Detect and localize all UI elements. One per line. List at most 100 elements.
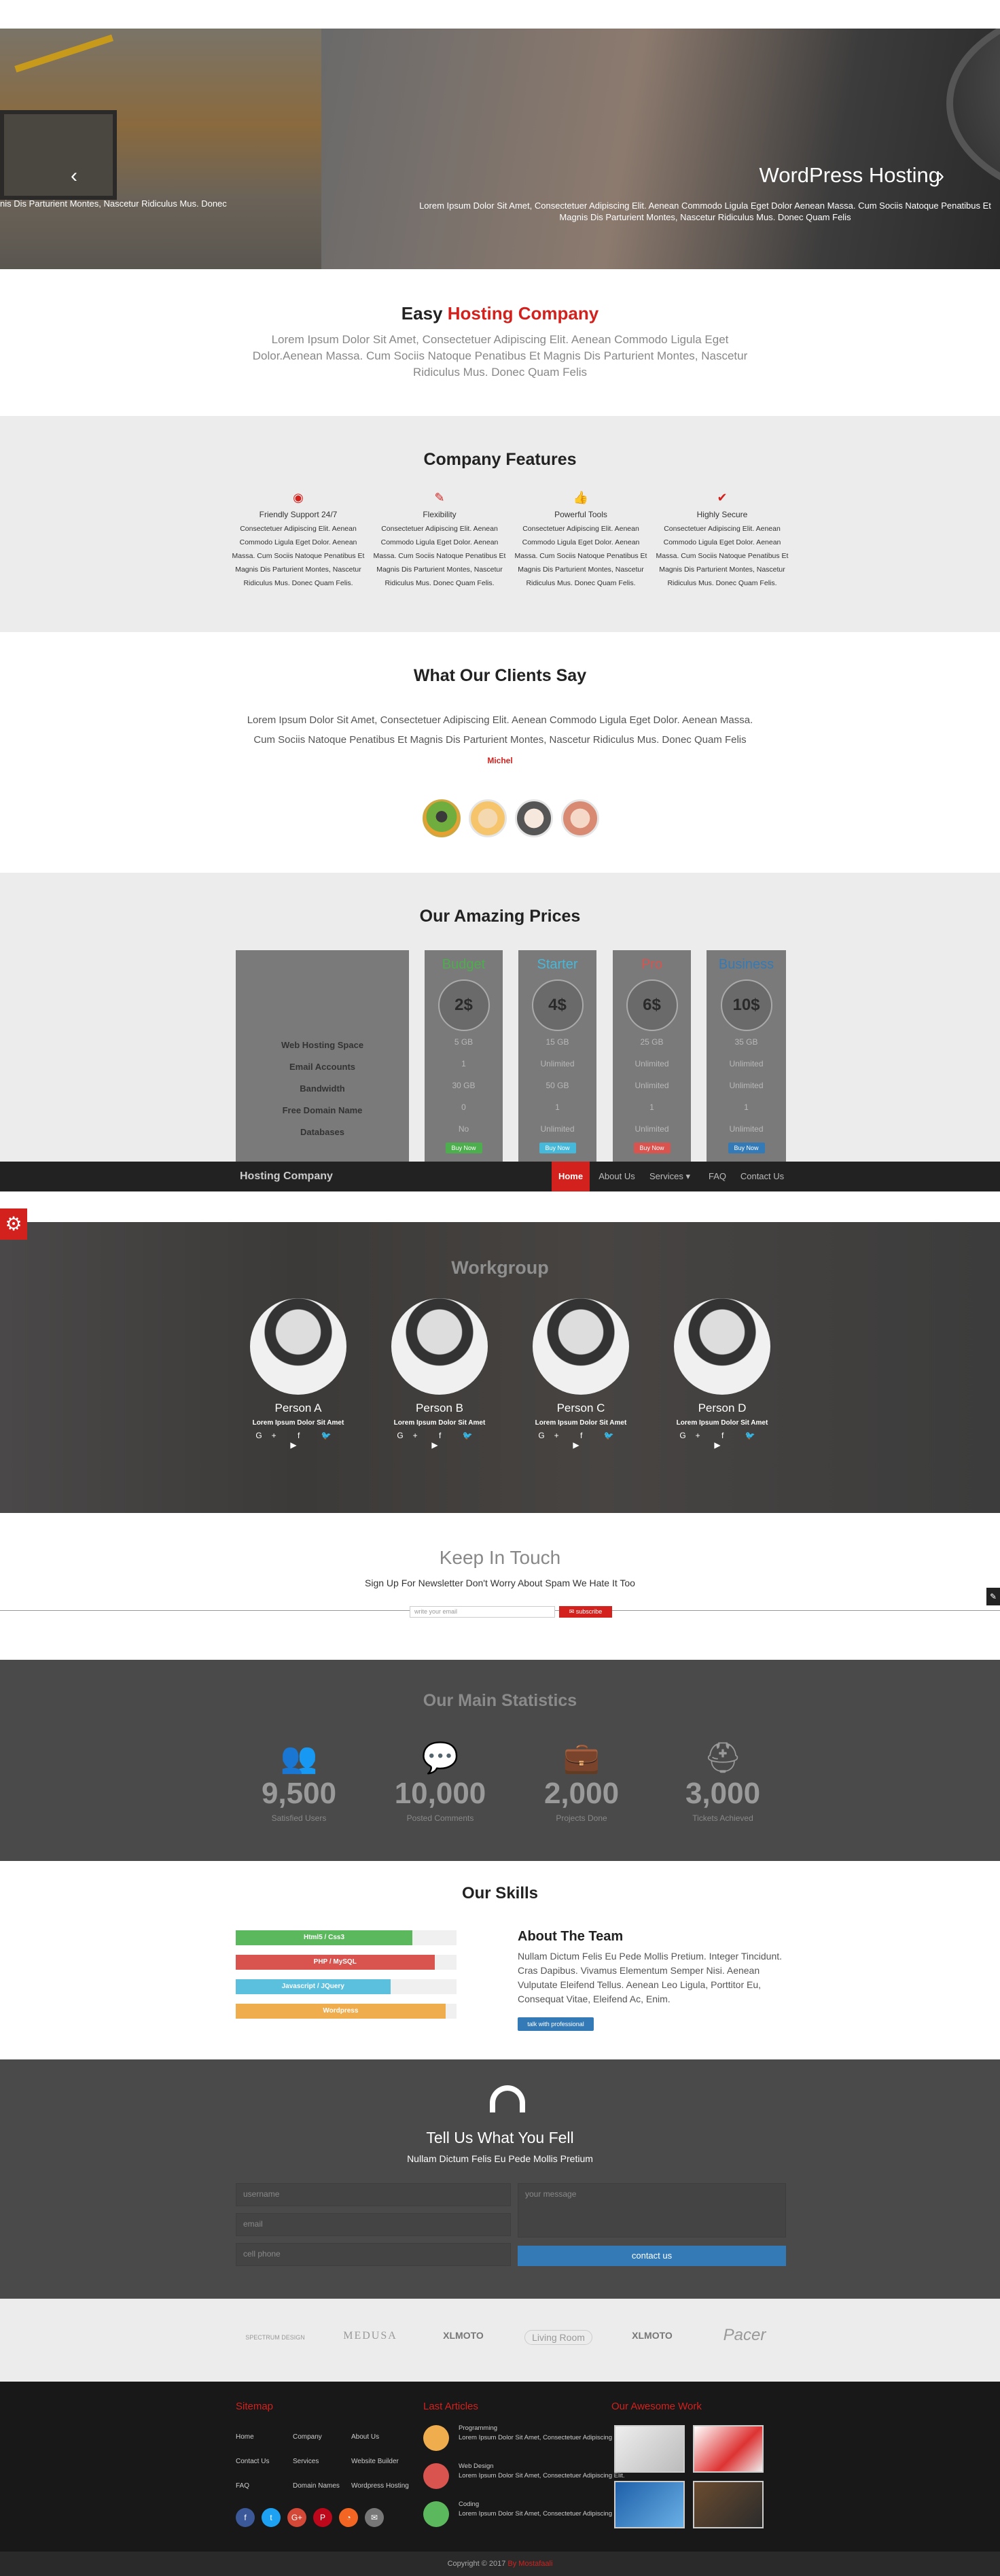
sitemap-link[interactable]: FAQ <box>236 2482 249 2490</box>
plan-value: Unlimited <box>540 1124 575 1134</box>
briefcase-icon: 💼 <box>562 1741 601 1775</box>
slide-previous-text: nis Dis Parturient Montes, Nascetur Ridi… <box>0 198 227 209</box>
stat-caption: Projects Done <box>556 1813 607 1823</box>
eye-icon: ◉ <box>293 491 304 504</box>
article-title[interactable]: Coding <box>459 2500 635 2509</box>
brand-logo[interactable]: Hosting Company <box>240 1170 333 1183</box>
client-avatar-selected[interactable] <box>423 799 461 837</box>
partner-logo: XLMOTO <box>632 2330 673 2341</box>
client-avatar[interactable] <box>515 799 553 837</box>
plan-value: 1 <box>649 1102 654 1112</box>
google-plus-icon[interactable]: G+ <box>287 2508 306 2527</box>
skill-bar-fill: Javascript / JQuery <box>236 1979 391 1994</box>
contact-us-button[interactable]: contact us <box>518 2246 786 2266</box>
message-field[interactable]: your message <box>518 2183 786 2238</box>
plan-name: Budget <box>442 957 486 972</box>
sitemap-link[interactable]: About Us <box>351 2433 379 2441</box>
article-title[interactable]: Web Design <box>459 2462 635 2471</box>
member-social-icons[interactable]: G+ f 🐦 ▶ <box>530 1431 632 1450</box>
pricing-plan-business: Business 10$ 35 GB Unlimited Unlimited 1… <box>707 950 786 1162</box>
article-item[interactable]: Web Design Lorem Ipsum Dolor Sit Amet, Co… <box>459 2462 635 2481</box>
article-item[interactable]: Programming Lorem Ipsum Dolor Sit Amet, C… <box>459 2424 635 2443</box>
sitemap-link[interactable]: Company <box>293 2433 322 2441</box>
our-work-title: Our Awesome Work <box>611 2401 702 2412</box>
buy-now-button[interactable]: Buy Now <box>633 1143 671 1153</box>
lifebuoy-icon: ⛑ <box>704 1741 742 1775</box>
member-social-icons[interactable]: G+ f 🐦 ▶ <box>247 1431 349 1450</box>
article-icon <box>423 2463 449 2489</box>
feature-item: 👍 Powerful Tools Consectetuer Adipiscing… <box>513 491 649 590</box>
member-name: Person C <box>556 1402 605 1414</box>
author-link[interactable]: By Mostafaali <box>507 2560 552 2568</box>
buy-now-button[interactable]: Buy Now <box>539 1143 576 1153</box>
pricing-label: Web Hosting Space <box>281 1040 364 1050</box>
feature-text: Consectetuer Adipiscing Elit. Aenean Com… <box>656 525 789 587</box>
facebook-icon[interactable]: f <box>236 2508 255 2527</box>
stat-item: 💬 10,000 Posted Comments <box>372 1740 508 1823</box>
twitter-icon[interactable]: t <box>262 2508 281 2527</box>
nav-contact-us[interactable]: Contact Us <box>738 1162 787 1191</box>
member-text: Lorem Ipsum Dolor Sit Amet <box>252 1419 344 1427</box>
plan-value: 1 <box>461 1059 466 1068</box>
plan-name: Starter <box>537 957 578 972</box>
sitemap-link[interactable]: Website Builder <box>351 2458 399 2465</box>
newsletter-email-input[interactable]: write your email <box>410 1606 555 1618</box>
plan-price: 10$ <box>720 979 772 1031</box>
sitemap-link[interactable]: Wordpress Hosting <box>351 2482 409 2490</box>
subscribe-button[interactable]: ✉ subscribe <box>559 1606 612 1618</box>
work-thumbnail[interactable] <box>693 2481 764 2528</box>
plan-name: Pro <box>641 957 663 972</box>
member-social-icons[interactable]: G+ f 🐦 ▶ <box>671 1431 773 1450</box>
sitemap-link[interactable]: Contact Us <box>236 2458 269 2465</box>
slider-prev-arrow-icon[interactable]: ‹ <box>71 164 77 188</box>
username-field[interactable]: username <box>236 2183 511 2206</box>
plan-value: 1 <box>555 1102 560 1112</box>
team-member: Person C Lorem Ipsum Dolor Sit Amet G+ f… <box>530 1298 632 1450</box>
stat-item: 💼 2,000 Projects Done <box>514 1740 649 1823</box>
work-thumbnail[interactable] <box>614 2481 685 2528</box>
nav-faq[interactable]: FAQ <box>698 1162 736 1191</box>
feature-item: ✎ Flexibility Consectetuer Adipiscing El… <box>372 491 507 590</box>
pinterest-icon[interactable]: P <box>313 2508 332 2527</box>
copyright-bar: Copyright © 2017 By Mostafaali <box>0 2552 1000 2576</box>
stat-caption: Posted Comments <box>406 1813 474 1823</box>
about-team-text: Nullam Dictum Felis Eu Pede Mollis Preti… <box>518 1951 783 2004</box>
article-item[interactable]: Coding Lorem Ipsum Dolor Sit Amet, Consec… <box>459 2500 635 2519</box>
work-thumbnail[interactable] <box>614 2425 685 2473</box>
nav-home[interactable]: Home <box>552 1162 590 1191</box>
plan-value: Unlimited <box>635 1081 669 1090</box>
member-social-icons[interactable]: G+ f 🐦 ▶ <box>389 1431 490 1450</box>
work-thumbnail[interactable] <box>693 2425 764 2473</box>
plan-value: 0 <box>461 1102 466 1112</box>
buy-now-button[interactable]: Buy Now <box>728 1143 765 1153</box>
partner-logo: XLMOTO <box>443 2330 484 2341</box>
nav-about-us[interactable]: About Us <box>592 1162 641 1191</box>
rss-icon[interactable]: ◔ <box>339 2508 358 2527</box>
skill-bar: Html5 / Css3 <box>236 1930 457 1945</box>
client-avatar[interactable] <box>561 799 599 837</box>
email-icon[interactable]: ✉ <box>365 2508 384 2527</box>
member-text: Lorem Ipsum Dolor Sit Amet <box>535 1419 627 1427</box>
client-avatar[interactable] <box>469 799 507 837</box>
sitemap-link[interactable]: Domain Names <box>293 2482 340 2490</box>
cell-phone-field[interactable]: cell phone <box>236 2243 511 2266</box>
footer: Sitemap Home Company About Us Contact Us… <box>0 2382 1000 2552</box>
settings-gear-icon[interactable]: ⚙ <box>0 1208 27 1240</box>
nav-services[interactable]: Services ▾ <box>644 1162 696 1191</box>
pricing-section: Our Amazing Prices Web Hosting Space Ema… <box>0 873 1000 1162</box>
partner-logo: SPECTRUM DESIGN <box>245 2334 305 2341</box>
feature-text: Consectetuer Adipiscing Elit. Aenean Com… <box>514 525 647 587</box>
slider-next-arrow-icon[interactable]: › <box>938 164 944 188</box>
talk-with-professional-button[interactable]: talk with professional <box>518 2017 594 2031</box>
plan-value: Unlimited <box>729 1124 764 1134</box>
slide-previous-image <box>0 29 321 269</box>
sitemap-link[interactable]: Services <box>293 2458 319 2465</box>
email-field[interactable]: email <box>236 2213 511 2236</box>
team-member: Person B Lorem Ipsum Dolor Sit Amet G+ f… <box>389 1298 490 1450</box>
sitemap-link[interactable]: Home <box>236 2433 254 2441</box>
pricing-plan-pro: Pro 6$ 25 GB Unlimited Unlimited 1 Unlim… <box>613 950 691 1162</box>
edit-pen-icon[interactable]: ✎ <box>986 1588 1000 1605</box>
skill-bar: Wordpress <box>236 2004 457 2019</box>
buy-now-button[interactable]: Buy Now <box>445 1143 482 1153</box>
article-title[interactable]: Programming <box>459 2424 635 2433</box>
